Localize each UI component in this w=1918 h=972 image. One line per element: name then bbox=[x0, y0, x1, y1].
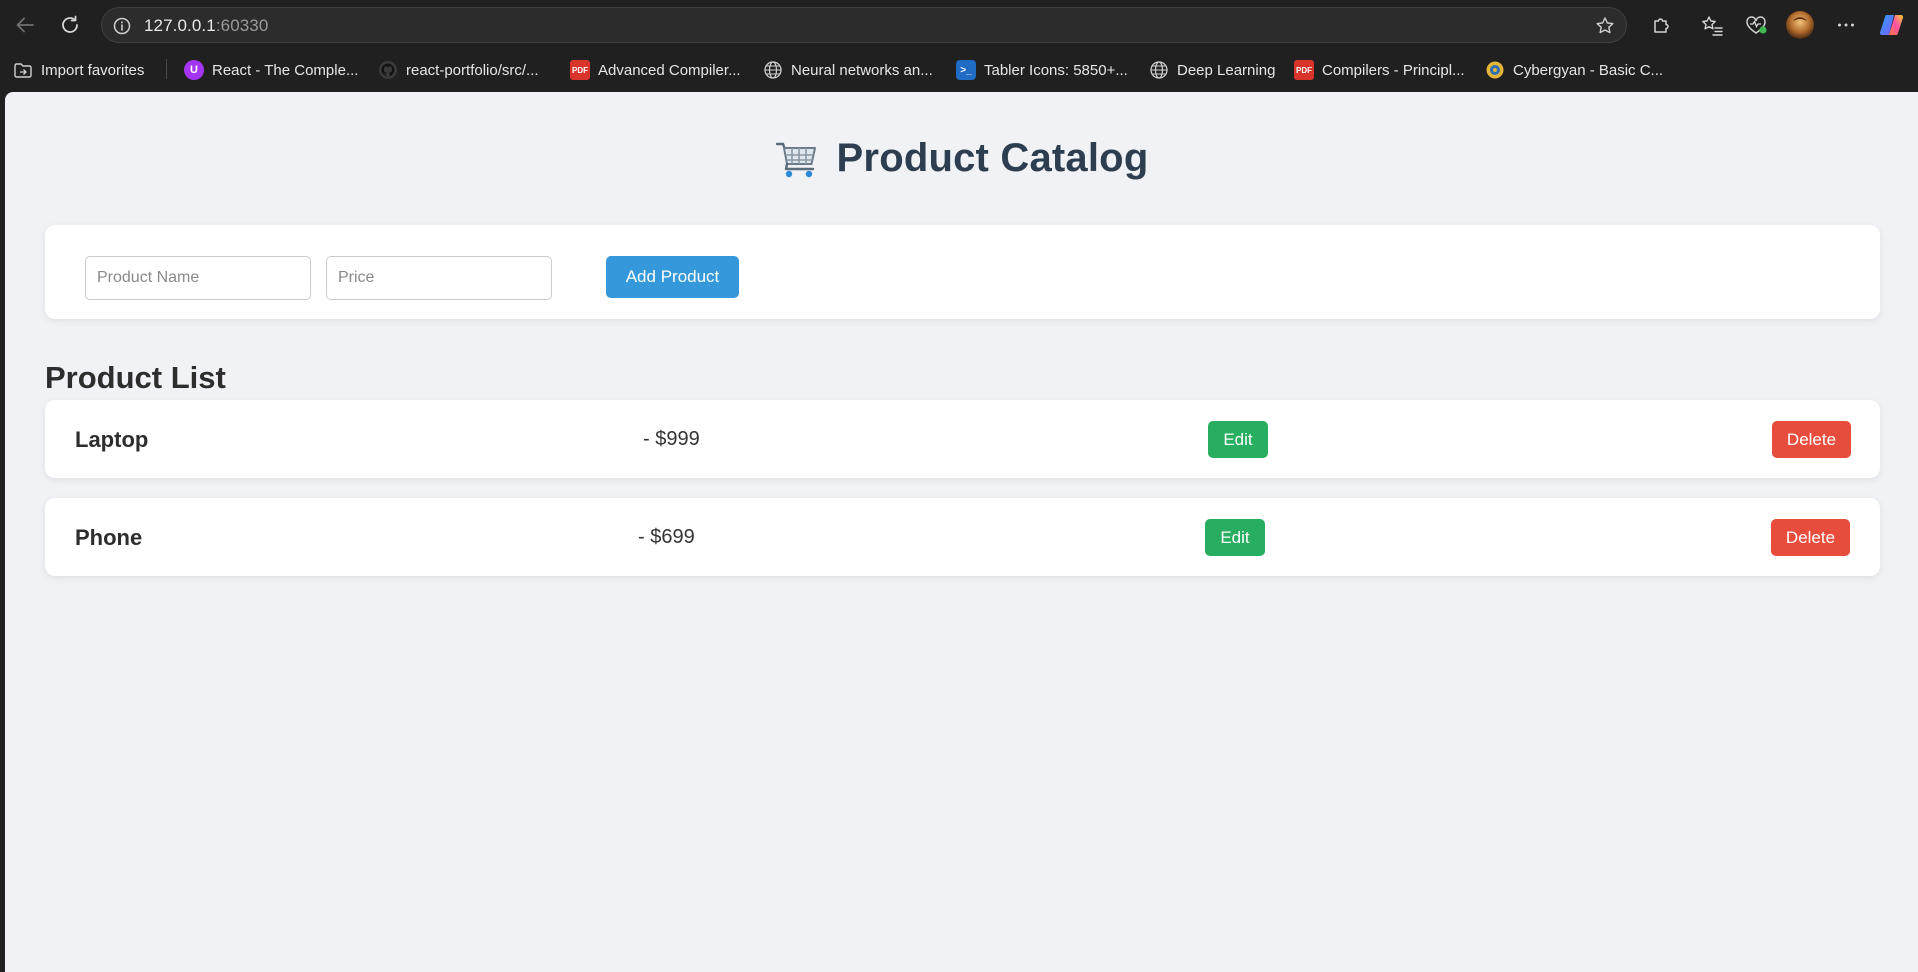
add-product-button[interactable]: Add Product bbox=[606, 256, 739, 298]
product-name: Phone bbox=[75, 525, 143, 550]
favorites-list-icon bbox=[1702, 16, 1723, 36]
add-product-form: Add Product bbox=[45, 225, 1880, 319]
copilot-button[interactable] bbox=[1877, 10, 1907, 40]
refresh-icon bbox=[62, 15, 78, 33]
reload-button[interactable] bbox=[55, 10, 85, 40]
info-icon[interactable] bbox=[112, 16, 132, 36]
product-price: - $999 bbox=[643, 428, 700, 450]
udemy-icon: U bbox=[184, 60, 204, 80]
favorite-star-icon[interactable] bbox=[1594, 15, 1616, 37]
product-row: Phone - $699 Edit Delete bbox=[45, 498, 1880, 576]
bookmark-neural-networks[interactable]: Neural networks an... bbox=[763, 59, 933, 81]
bookmark-compilers-principles[interactable]: PDF Compilers - Principl... bbox=[1294, 59, 1465, 81]
product-name-input[interactable] bbox=[85, 256, 311, 300]
bookmark-label: Deep Learning bbox=[1177, 61, 1276, 79]
copilot-icon bbox=[1879, 14, 1904, 36]
profile-button[interactable] bbox=[1785, 10, 1815, 40]
back-button[interactable] bbox=[10, 10, 40, 40]
browser-essentials-button[interactable] bbox=[1741, 10, 1771, 40]
shopping-cart-icon bbox=[775, 142, 816, 177]
more-horizontal-icon bbox=[1838, 23, 1854, 27]
bookmarks-separator bbox=[166, 59, 167, 79]
product-price: - $699 bbox=[638, 526, 695, 548]
bookmark-label: React - The Comple... bbox=[212, 61, 359, 79]
bookmark-cybergyan[interactable]: Cybergyan - Basic C... bbox=[1485, 59, 1663, 81]
bookmark-advanced-compiler[interactable]: PDF Advanced Compiler... bbox=[570, 59, 741, 81]
page-title: Product Catalog bbox=[836, 136, 1149, 180]
edit-button[interactable]: Edit bbox=[1205, 519, 1265, 556]
globe-icon bbox=[1150, 61, 1168, 79]
product-list-heading: Product List bbox=[45, 360, 226, 395]
product-name: Laptop bbox=[75, 427, 149, 452]
page-viewport: Product Catalog Add Product Product List… bbox=[5, 92, 1918, 972]
bookmark-label: Import favorites bbox=[41, 61, 145, 79]
delete-button[interactable]: Delete bbox=[1771, 519, 1850, 556]
cybergyan-icon bbox=[1486, 61, 1504, 79]
bookmarks-bar: Import favorites U React - The Comple...… bbox=[0, 50, 1918, 88]
bookmark-react-portfolio[interactable]: react-portfolio/src/... bbox=[378, 59, 539, 81]
delete-button[interactable]: Delete bbox=[1772, 421, 1851, 458]
url-port: :60330 bbox=[215, 16, 269, 35]
bookmark-label: Advanced Compiler... bbox=[598, 61, 741, 79]
url-host: 127.0.0.1 bbox=[144, 16, 216, 35]
edit-button[interactable]: Edit bbox=[1208, 421, 1268, 458]
bookmark-import-favorites[interactable]: Import favorites bbox=[13, 59, 144, 81]
puzzle-icon bbox=[1654, 18, 1669, 33]
heart-pulse-icon bbox=[1746, 16, 1767, 34]
tabler-icon: >_ bbox=[956, 60, 976, 80]
bookmark-react-course[interactable]: U React - The Comple... bbox=[184, 59, 358, 81]
address-bar[interactable]: 127.0.0.1:60330 bbox=[101, 7, 1627, 43]
product-row: Laptop - $999 Edit Delete bbox=[45, 400, 1880, 478]
browser-toolbar: 127.0.0.1:60330 bbox=[0, 0, 1918, 50]
folder-import-icon bbox=[14, 63, 32, 78]
price-input[interactable] bbox=[326, 256, 552, 300]
github-icon bbox=[379, 61, 397, 79]
globe-icon bbox=[764, 61, 782, 79]
bookmark-label: Neural networks an... bbox=[791, 61, 933, 79]
bookmark-label: Tabler Icons: 5850+... bbox=[984, 61, 1128, 79]
bookmark-deep-learning[interactable]: Deep Learning bbox=[1149, 59, 1275, 81]
bookmark-label: Cybergyan - Basic C... bbox=[1513, 61, 1664, 79]
avatar bbox=[1786, 11, 1814, 39]
extensions-button[interactable] bbox=[1646, 10, 1676, 40]
url-text[interactable]: 127.0.0.1:60330 bbox=[144, 17, 268, 35]
favorites-button[interactable] bbox=[1697, 10, 1727, 40]
more-menu-button[interactable] bbox=[1831, 10, 1861, 40]
bookmark-label: react-portfolio/src/... bbox=[406, 61, 539, 79]
bookmark-label: Compilers - Principl... bbox=[1322, 61, 1465, 79]
pdf-icon: PDF bbox=[1294, 60, 1314, 80]
arrow-left-icon bbox=[16, 17, 34, 33]
bookmark-tabler-icons[interactable]: >_ Tabler Icons: 5850+... bbox=[956, 59, 1128, 81]
page-header: Product Catalog bbox=[5, 136, 1918, 181]
pdf-icon: PDF bbox=[570, 60, 590, 80]
